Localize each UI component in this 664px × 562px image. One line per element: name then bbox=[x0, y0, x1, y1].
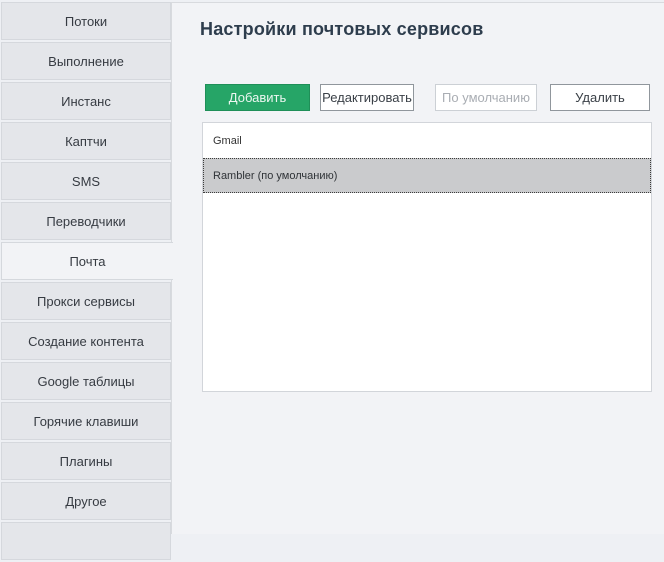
list-item-rambler[interactable]: Rambler (по умолчанию) bbox=[203, 158, 651, 193]
add-button[interactable]: Добавить bbox=[205, 84, 310, 111]
sidebar-item-label: Плагины bbox=[60, 454, 113, 469]
sidebar-item-label: Google таблицы bbox=[37, 374, 134, 389]
sidebar-item-label: Прокси сервисы bbox=[37, 294, 135, 309]
sidebar-item-drugoe[interactable]: Другое bbox=[1, 482, 171, 520]
list-item-label: Rambler (по умолчанию) bbox=[213, 170, 337, 182]
sidebar-item-label: Другое bbox=[65, 494, 106, 509]
sidebar-items: Потоки Выполнение Инстанс Каптчи SMS Пер… bbox=[1, 2, 174, 520]
edit-button[interactable]: Редактировать bbox=[320, 84, 414, 111]
sidebar-item-label: Потоки bbox=[65, 14, 107, 29]
sidebar-item-sms[interactable]: SMS bbox=[1, 162, 171, 200]
mail-services-list: Gmail Rambler (по умолчанию) bbox=[202, 122, 652, 392]
sidebar-item-goryachie-klavishi[interactable]: Горячие клавиши bbox=[1, 402, 171, 440]
sidebar-item-kaptchi[interactable]: Каптчи bbox=[1, 122, 171, 160]
sidebar-item-instans[interactable]: Инстанс bbox=[1, 82, 171, 120]
list-item-gmail[interactable]: Gmail bbox=[203, 123, 651, 158]
sidebar-item-pochta[interactable]: Почта bbox=[1, 242, 173, 280]
sidebar-item-perevodchiki[interactable]: Переводчики bbox=[1, 202, 171, 240]
sidebar-item-label: Каптчи bbox=[65, 134, 107, 149]
delete-button[interactable]: Удалить bbox=[550, 84, 650, 111]
sidebar-item-label: Выполнение bbox=[48, 54, 124, 69]
sidebar-item-proksi-servisy[interactable]: Прокси сервисы bbox=[1, 282, 171, 320]
sidebar-item-label: Переводчики bbox=[46, 214, 125, 229]
sidebar-item-sozdanie-kontenta[interactable]: Создание контента bbox=[1, 322, 171, 360]
sidebar-item-label: Горячие клавиши bbox=[34, 414, 139, 429]
sidebar-item-label: SMS bbox=[72, 174, 100, 189]
sidebar-item-vypolnenie[interactable]: Выполнение bbox=[1, 42, 171, 80]
page-title: Настройки почтовых сервисов bbox=[200, 19, 483, 40]
sidebar-item-label: Создание контента bbox=[28, 334, 144, 349]
default-button: По умолчанию bbox=[435, 84, 537, 111]
sidebar-item-label: Почта bbox=[69, 254, 105, 269]
list-item-label: Gmail bbox=[213, 135, 242, 147]
sidebar-item-plaginy[interactable]: Плагины bbox=[1, 442, 171, 480]
sidebar-item-potoki[interactable]: Потоки bbox=[1, 2, 171, 40]
sidebar-item-google-tablicy[interactable]: Google таблицы bbox=[1, 362, 171, 400]
sidebar: Потоки Выполнение Инстанс Каптчи SMS Пер… bbox=[1, 2, 174, 562]
sidebar-item-partial[interactable] bbox=[1, 522, 171, 560]
sidebar-item-label: Инстанс bbox=[61, 94, 111, 109]
